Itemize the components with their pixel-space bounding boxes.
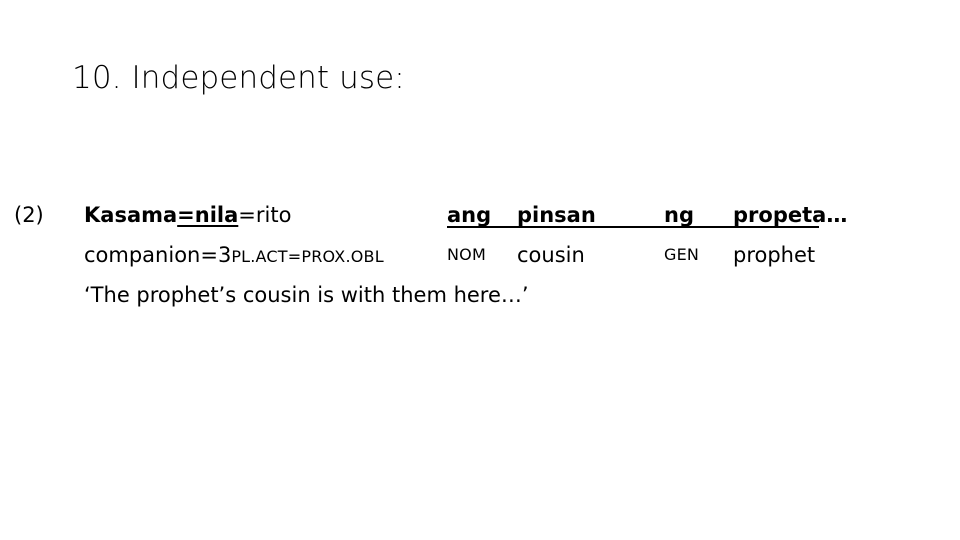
object-line-word-1: Kasama=nila=rito xyxy=(84,200,291,230)
gloss-stem-companion: companion=3 xyxy=(84,243,232,267)
gloss-prophet: prophet xyxy=(733,243,816,267)
gloss-gen: GEN xyxy=(664,245,700,264)
gloss-smallcaps-pl-act-prox-obl: PL.ACT=PROX.OBL xyxy=(231,247,384,266)
object-phrase-underline xyxy=(447,226,819,228)
example-object-line: (2) Kasama=nila=rito ang pinsan ng prope… xyxy=(0,200,960,240)
example-number: (2) xyxy=(14,203,44,227)
object-clitic-nila: =nila xyxy=(177,203,239,227)
object-word-kasama: Kasama xyxy=(84,203,178,227)
page-title: 10. Independent use: xyxy=(72,60,405,96)
gloss-nom: NOM xyxy=(447,245,486,264)
gloss-word-1: companion=3PL.ACT=PROX.OBL xyxy=(84,240,384,272)
gloss-cousin: cousin xyxy=(517,243,585,267)
object-clitic-rito: =rito xyxy=(238,203,292,227)
interlinear-example: (2) Kasama=nila=rito ang pinsan ng prope… xyxy=(0,200,960,320)
example-gloss-line: companion=3PL.ACT=PROX.OBL NOM cousin GE… xyxy=(0,240,960,280)
object-word-propeta: propeta xyxy=(733,203,827,227)
example-translation-row: ‘The prophet’s cousin is with them here…… xyxy=(0,280,960,320)
object-line-ellipsis: … xyxy=(826,203,848,227)
free-translation: ‘The prophet’s cousin is with them here…… xyxy=(84,283,529,307)
